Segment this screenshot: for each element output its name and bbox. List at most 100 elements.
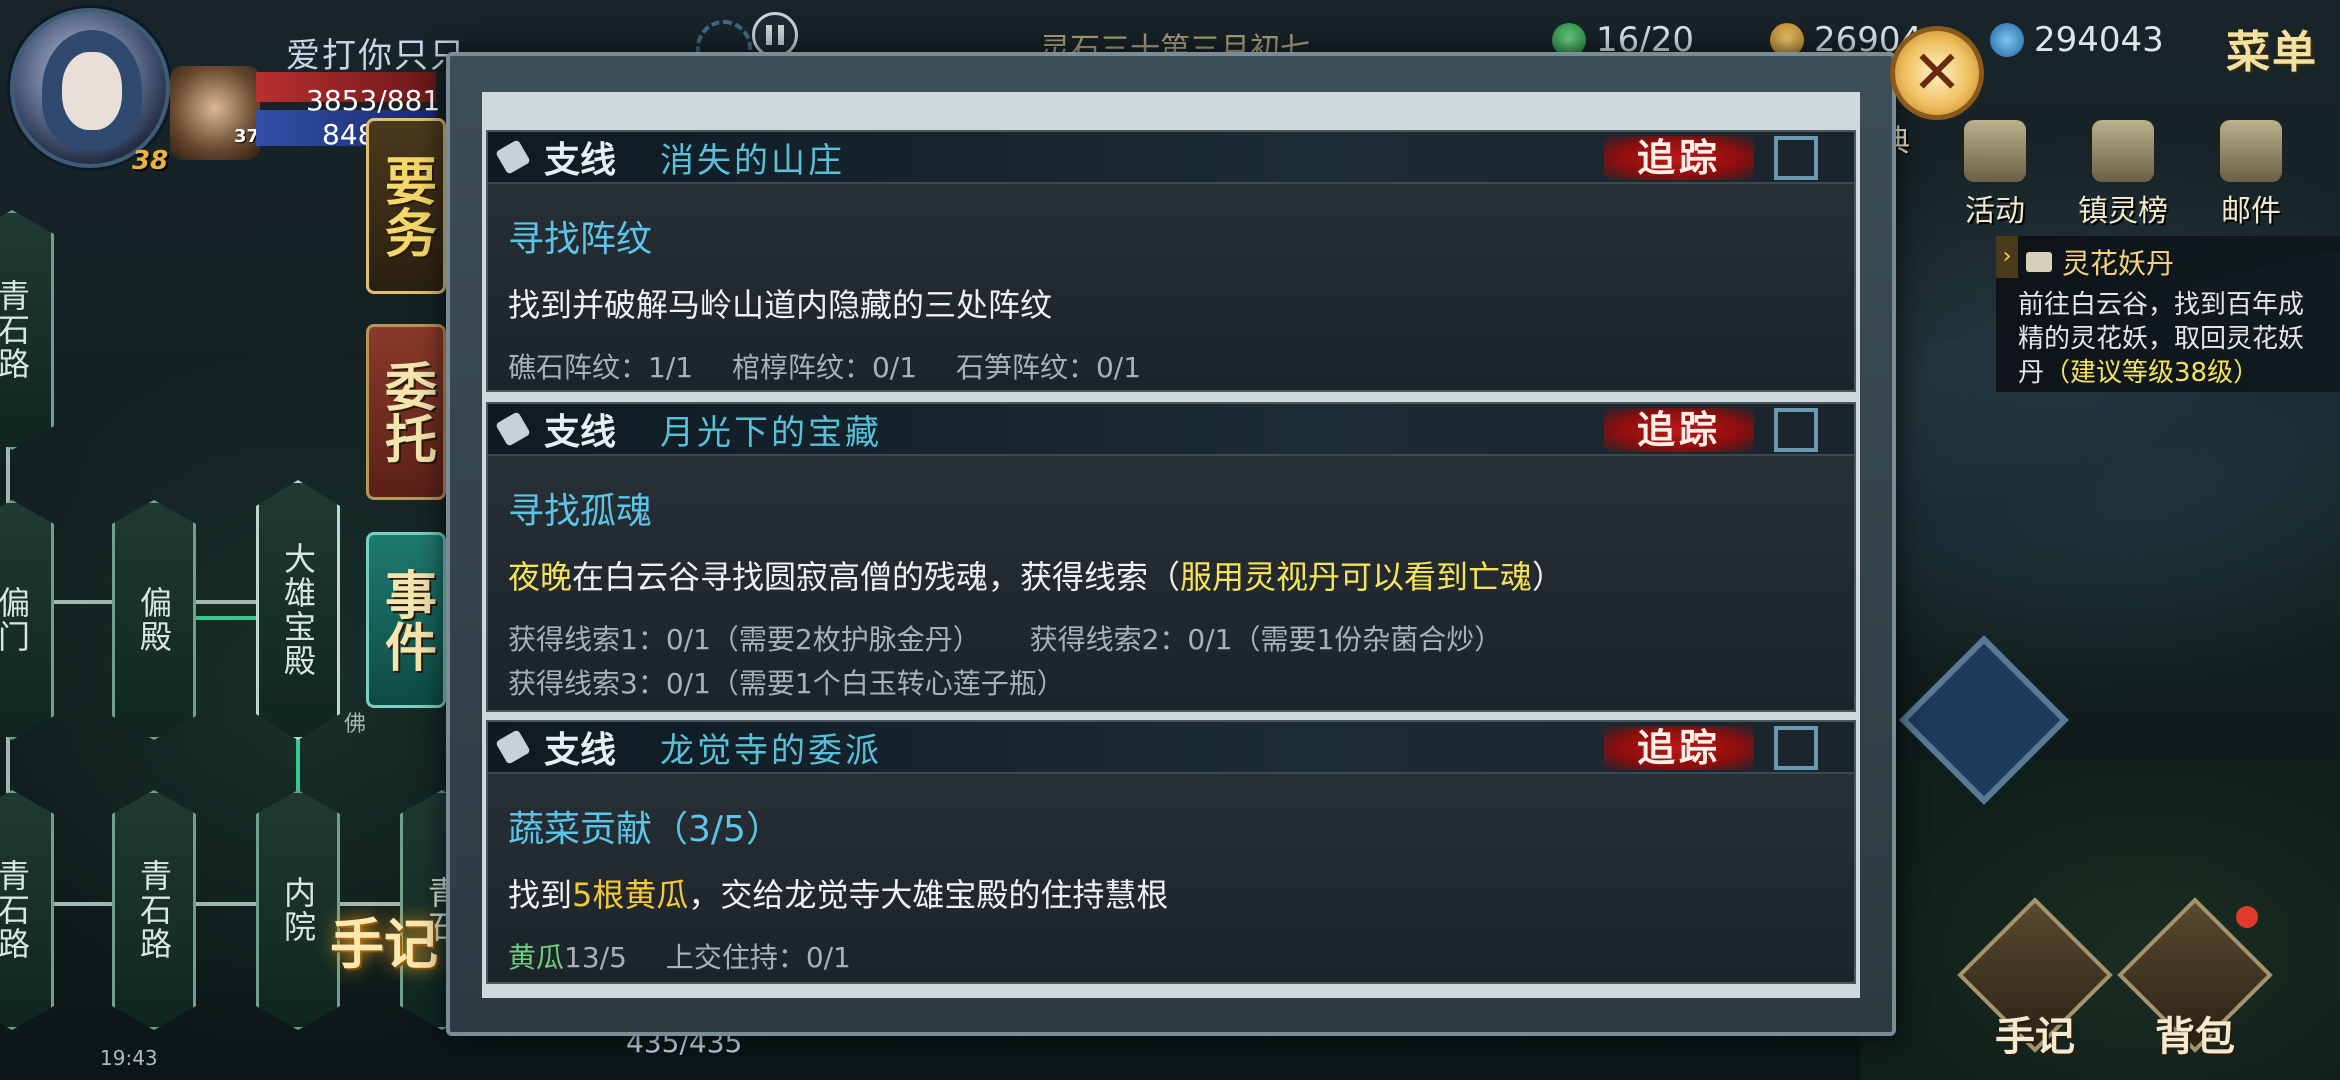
quest-description: 找到5根黄瓜，交给龙觉寺大雄宝殿的住持慧根 xyxy=(508,870,1854,916)
mail-label: 邮件 xyxy=(2221,194,2281,229)
progress-item: 棺椁阵纹：0/1 xyxy=(731,351,918,384)
quest-header: 支线 月光下的宝藏 追踪 xyxy=(488,404,1854,456)
quest-progress: 礁石阵纹：1/1 棺椁阵纹：0/1 石笋阵纹：0/1 xyxy=(508,346,1854,390)
map-side-note: 佛 xyxy=(344,712,367,737)
desc-post: ，交给龙觉寺大雄宝殿的住持慧根 xyxy=(688,876,1169,914)
progress-item: 获得线索1：0/1（需要2枚护脉金丹） xyxy=(508,623,981,656)
progress-item: 石笋阵纹：0/1 xyxy=(955,351,1142,384)
bag-button[interactable]: 背包 xyxy=(2117,897,2273,1060)
map-node[interactable]: 青石路 xyxy=(0,210,54,450)
track-checkbox[interactable] xyxy=(1774,136,1818,180)
quest-description: 找到并破解马岭山道内隐藏的三处阵纹 xyxy=(508,286,1053,324)
quest-header: 支线 龙觉寺的委派 追踪 xyxy=(488,722,1854,774)
pause-icon-bar xyxy=(778,25,784,45)
bag-label: 背包 xyxy=(2155,1014,2235,1060)
ranking-button[interactable]: 镇灵榜 xyxy=(2068,120,2178,230)
companion-avatar[interactable]: 37 xyxy=(170,66,260,160)
map-node-label: 大雄宝殿 xyxy=(279,542,317,678)
quest-header: 支线 消失的山庄 追踪 xyxy=(488,132,1854,184)
track-button[interactable]: 追踪 xyxy=(1604,408,1754,452)
quest-card[interactable]: 支线 消失的山庄 追踪 寻找阵纹 找到并破解马岭山道内隐藏的三处阵纹 礁石阵纹：… xyxy=(486,130,1856,392)
events-button[interactable]: 活动 xyxy=(1940,120,2050,230)
quest-card[interactable]: 支线 月光下的宝藏 追踪 寻找孤魂 夜晚在白云谷寻找圆寂高僧的残魂，获得线索（服… xyxy=(486,402,1856,712)
progress-item: 上交住持：0/1 xyxy=(665,941,851,974)
progress-line: 获得线索3：0/1（需要1个白玉转心莲子瓶） xyxy=(508,667,1065,700)
map-node[interactable]: 青石路 xyxy=(112,790,196,1030)
journal-bottom-label: 手记 xyxy=(1995,1014,2075,1060)
quest-type: 支线 xyxy=(544,140,617,181)
quest-progress: 黄瓜13/5 上交住持：0/1 xyxy=(508,936,1854,980)
map-node-label: 青石路 xyxy=(135,859,173,961)
map-node[interactable]: 偏殿 xyxy=(112,500,196,740)
hp-value: 3853/881 xyxy=(306,84,441,117)
tab-events-label: 事件 xyxy=(375,568,436,672)
player-level: 38 xyxy=(132,146,169,176)
menu-button[interactable]: 菜单 xyxy=(2226,16,2318,80)
journal-bottom-button[interactable]: 手记 xyxy=(1957,897,2113,1060)
brush-icon xyxy=(495,729,531,765)
map-node-label: 偏门 xyxy=(0,586,31,654)
tracker-title-text: 灵花妖丹 xyxy=(2062,247,2175,280)
map-node-label: 青石路 xyxy=(0,279,31,381)
quest-progress: 获得线索1：0/1（需要2枚护脉金丹） 获得线索2：0/1（需要1份杂菌合炒） … xyxy=(508,618,1854,706)
jade-value: 294043 xyxy=(2034,20,2164,60)
jade-counter[interactable]: 294043 xyxy=(1990,18,2164,62)
ranking-label: 镇灵榜 xyxy=(2078,194,2168,229)
map-node-label: 青石路 xyxy=(0,859,31,961)
map-node[interactable]: 青石路 xyxy=(0,790,54,1030)
progress-item: 获得线索2：0/1（需要1份杂菌合炒） xyxy=(1029,623,1503,656)
events-label: 活动 xyxy=(1965,194,2025,229)
map-node-current[interactable]: 大雄宝殿 xyxy=(256,480,340,740)
player-name: 爱打你只只 xyxy=(286,36,466,76)
map-node[interactable]: 偏门 xyxy=(0,500,54,740)
tracker-description: 前往白云谷，找到百年成 精的灵花妖，取回灵花妖 丹（建议等级38级） xyxy=(2018,288,2332,390)
trees-scenery xyxy=(1860,760,2340,1080)
map-node-label: 内院 xyxy=(279,876,317,944)
quest-name: 消失的山庄 xyxy=(660,140,846,181)
desc-close: ） xyxy=(1532,558,1565,596)
track-button[interactable]: 追踪 xyxy=(1604,726,1754,770)
tracker-collapse-icon[interactable]: › xyxy=(1996,236,2018,278)
tab-entrust[interactable]: 委托 xyxy=(366,324,446,500)
quest-description: 夜晚在白云谷寻找圆寂高僧的残魂，获得线索（服用灵视丹可以看到亡魂） xyxy=(508,552,1854,598)
pause-icon-bar xyxy=(766,25,772,45)
close-button[interactable]: ✕ xyxy=(1890,26,1984,120)
quest-type: 支线 xyxy=(544,730,617,771)
track-checkbox[interactable] xyxy=(1774,408,1818,452)
quest-step: 寻找阵纹 xyxy=(508,219,653,260)
gift-icon xyxy=(1964,120,2026,182)
tab-entrust-label: 委托 xyxy=(375,360,436,464)
quest-card[interactable]: 支线 龙觉寺的委派 追踪 蔬菜贡献（3/5） 找到5根黄瓜，交给龙觉寺大雄宝殿的… xyxy=(486,720,1856,984)
desc-main: 在白云谷寻找圆寂高僧的残魂，获得线索（ xyxy=(572,558,1181,596)
quest-step: 蔬菜贡献（3/5） xyxy=(508,809,782,850)
desc-hint: 服用灵视丹可以看到亡魂 xyxy=(1180,558,1533,596)
progress-item: 礁石阵纹：1/1 xyxy=(508,351,694,384)
tab-main-quests[interactable]: 要务 xyxy=(366,118,446,294)
quest-name: 月光下的宝藏 xyxy=(660,412,883,453)
tab-main-label: 要务 xyxy=(375,154,436,258)
mail-button[interactable]: 邮件 xyxy=(2196,120,2306,230)
brush-icon xyxy=(495,139,531,175)
avatar-face xyxy=(62,52,122,130)
tracker-title: 灵花妖丹 xyxy=(2026,242,2332,282)
pagoda-icon xyxy=(2092,120,2154,182)
quest-step: 寻找孤魂 xyxy=(508,491,653,532)
track-checkbox[interactable] xyxy=(1774,726,1818,770)
journal-tag[interactable]: 手记 xyxy=(330,900,438,979)
quest-type: 支线 xyxy=(544,412,617,453)
progress-item-label: 黄瓜 xyxy=(508,941,565,974)
tracker-recommend: （建议等级38级） xyxy=(2044,358,2260,388)
map-node-label: 偏殿 xyxy=(135,586,173,654)
quest-tracker[interactable]: › 灵花妖丹 前往白云谷，找到百年成 精的灵花妖，取回灵花妖 丹（建议等级38级… xyxy=(1996,236,2340,392)
map-node[interactable]: 内院 xyxy=(256,790,340,1030)
mail-icon xyxy=(2220,120,2282,182)
progress-item-count: 13/5 xyxy=(564,941,627,974)
scroll-icon xyxy=(2026,252,2052,272)
map-path-active xyxy=(196,616,256,620)
desc-pre: 找到 xyxy=(508,876,573,914)
tab-events[interactable]: 事件 xyxy=(366,532,446,708)
tracker-desc-line: 前往白云谷，找到百年成 xyxy=(2018,290,2305,320)
jade-icon xyxy=(1990,23,2024,57)
track-button[interactable]: 追踪 xyxy=(1604,136,1754,180)
player-avatar[interactable]: 38 xyxy=(10,8,170,176)
